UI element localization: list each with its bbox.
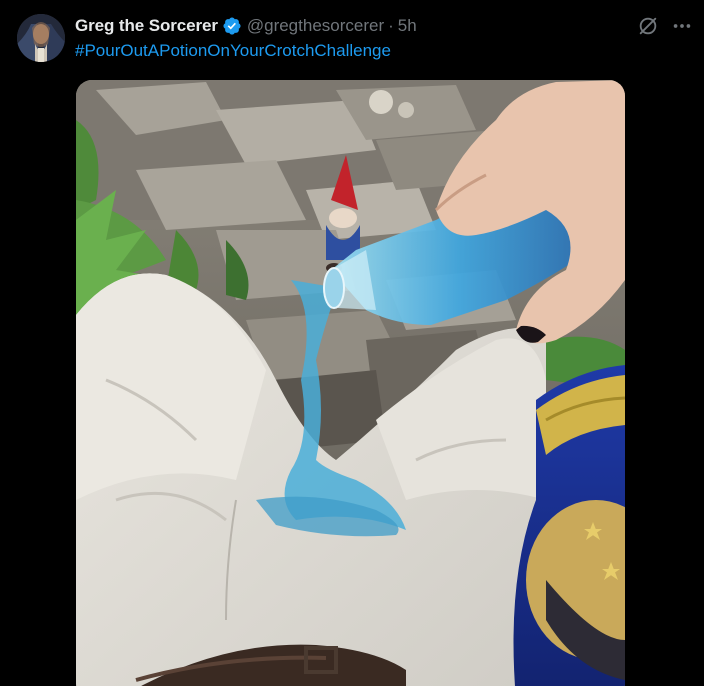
display-name[interactable]: Greg the Sorcerer (75, 16, 218, 36)
photo-illustration (76, 80, 625, 686)
separator-dot: · (388, 16, 394, 35)
tweet[interactable]: Greg the Sorcerer @gregthesorcerer · 5h … (0, 0, 704, 686)
hashtag-link[interactable]: #PourOutAPotionOnYourCrotchChallenge (75, 41, 391, 61)
avatar[interactable] (17, 14, 65, 62)
user-handle[interactable]: @gregthesorcerer (247, 16, 384, 36)
tweet-media-photo[interactable] (76, 80, 625, 686)
tweet-header: Greg the Sorcerer @gregthesorcerer · 5h (75, 15, 417, 37)
avatar-image (17, 14, 65, 62)
verified-badge-icon[interactable] (222, 16, 242, 36)
timestamp[interactable]: 5h (398, 16, 417, 36)
tweet-actions (636, 14, 694, 38)
more-options-icon[interactable] (670, 14, 694, 38)
grok-icon[interactable] (636, 14, 660, 38)
